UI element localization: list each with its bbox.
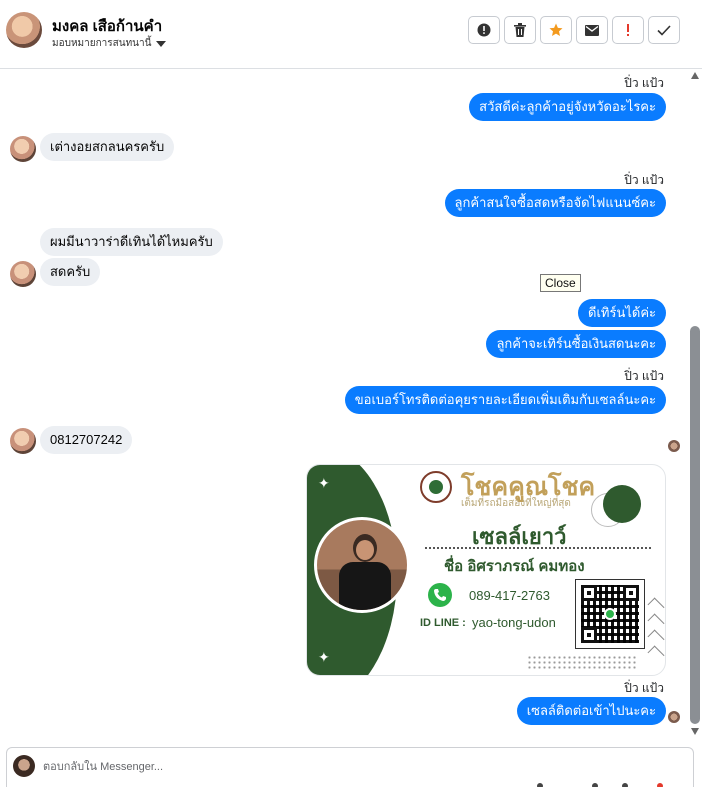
incoming-message[interactable]: เต่างอยสกลนครครับ <box>40 133 175 161</box>
mark-spam-button[interactable] <box>468 16 500 44</box>
card-phone: 089-417-2763 <box>469 588 550 603</box>
reply-input[interactable] <box>43 759 643 775</box>
outgoing-message[interactable]: ลูกค้าสนใจซื้อสดหรือจัดไฟแนนซ์คะ <box>444 189 666 217</box>
outgoing-message[interactable]: สวัสดีค่ะลูกค้าอยู่จังหวัดอะไรคะ <box>469 93 666 121</box>
outgoing-message[interactable]: ดีเทิร์นได้ค่ะ <box>578 299 666 327</box>
sender-label: ปิ่ว แป้ว <box>624 369 664 383</box>
assign-conversation-dropdown[interactable]: มอบหมายการสนทนานี้ <box>52 36 167 51</box>
incoming-message[interactable]: 0812707242 <box>40 426 133 454</box>
card-line-label: ID LINE : <box>420 617 466 629</box>
composer-tool-icon[interactable] <box>537 783 543 787</box>
star-icon <box>549 23 563 36</box>
assign-label: มอบหมายการสนทนานี้ <box>52 38 152 49</box>
contact-avatar-small <box>10 261 36 287</box>
phone-icon <box>428 583 452 607</box>
sender-label: ปิ่ว แป้ว <box>624 681 664 695</box>
scroll-up-arrow-icon[interactable] <box>691 72 699 79</box>
sparkle-icon: ✦ <box>318 649 330 665</box>
outgoing-message[interactable]: ขอเบอร์โทรติดต่อคุยรายละเอียดเพิ่มเติมกั… <box>344 386 666 414</box>
line-logo-icon <box>604 608 616 620</box>
close-tooltip: Close <box>540 274 581 292</box>
check-icon <box>657 24 671 36</box>
trash-icon <box>514 23 526 37</box>
composer-tool-icon[interactable] <box>622 783 628 787</box>
star-button[interactable] <box>540 16 572 44</box>
delete-button[interactable] <box>504 16 536 44</box>
incoming-message[interactable]: สดครับ <box>40 258 101 286</box>
contact-name[interactable]: มงคล เสือก้านคำ <box>52 14 162 38</box>
composer-tool-icon[interactable] <box>657 783 663 787</box>
sales-business-card-image[interactable]: ✦ ✦ โชคคูณโชค เต็มที่รถมือสองที่ใหญ่ที่ส… <box>306 464 666 676</box>
chevron-up-icon <box>647 645 665 663</box>
seen-avatar-icon <box>668 711 680 723</box>
page-avatar <box>13 755 35 777</box>
outgoing-message[interactable]: เซลล์ติดต่อเข้าไปนะคะ <box>516 697 666 725</box>
outgoing-message[interactable]: ลูกค้าจะเทิร์นซื้อเงินสดนะคะ <box>486 330 666 358</box>
chevron-up-icon <box>647 629 665 647</box>
qr-code-icon <box>575 579 645 649</box>
alert-circle-icon <box>477 23 491 37</box>
scrollbar-thumb[interactable] <box>690 326 700 724</box>
conversation-toolbar <box>468 16 680 44</box>
seen-avatar-icon <box>668 440 680 452</box>
divider <box>425 547 651 549</box>
contact-avatar-small <box>10 136 36 162</box>
exclamation-icon <box>627 24 629 36</box>
envelope-icon <box>585 24 599 36</box>
sender-label: ปิ่ว แป้ว <box>624 173 664 187</box>
flag-button[interactable] <box>612 16 644 44</box>
decor-circle <box>603 485 641 523</box>
dot-pattern <box>527 655 637 669</box>
conversation-header: มงคล เสือก้านคำ มอบหมายการสนทนานี้ <box>0 0 702 69</box>
chevron-up-icon <box>647 613 665 631</box>
salesperson-photo <box>314 517 410 613</box>
done-button[interactable] <box>648 16 680 44</box>
incoming-message[interactable]: ผมมีนาวาร่าดีเทินได้ไหมครับ <box>40 228 223 256</box>
contact-avatar[interactable] <box>6 12 42 48</box>
contact-avatar-small <box>10 428 36 454</box>
card-person-name: ชื่อ อิศราภรณ์ คมทอง <box>444 558 585 575</box>
company-logo <box>420 471 452 503</box>
card-line-id: yao-tong-udon <box>472 615 556 630</box>
mark-unread-button[interactable] <box>576 16 608 44</box>
chevron-down-icon <box>156 40 167 47</box>
sparkle-icon: ✦ <box>318 475 330 491</box>
scroll-down-arrow-icon[interactable] <box>691 728 699 735</box>
chevron-up-icon <box>647 597 665 615</box>
sender-label: ปิ่ว แป้ว <box>624 76 664 90</box>
message-thread[interactable]: ปิ่ว แป้ว สวัสดีค่ะลูกค้าอยู่จังหวัดอะไร… <box>0 69 702 741</box>
composer-tool-icon[interactable] <box>592 783 598 787</box>
card-tagline: เต็มที่รถมือสองที่ใหญ่ที่สุด <box>461 498 571 509</box>
reply-composer[interactable] <box>6 747 694 787</box>
